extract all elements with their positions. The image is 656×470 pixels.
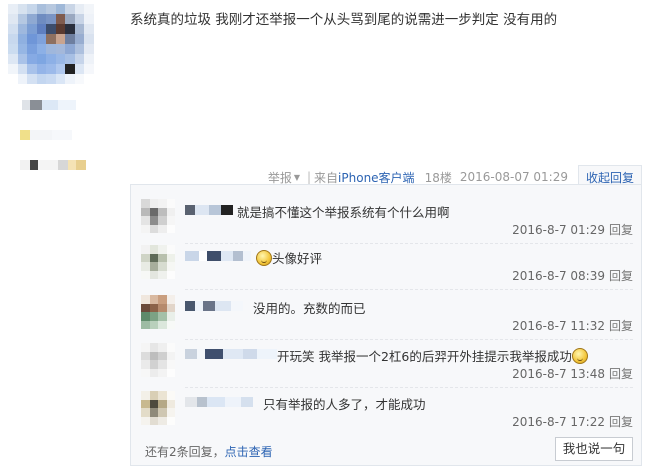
reply-meta: 2016-8-7 13:48 回复 <box>512 365 633 382</box>
more-replies-text: 还有2条回复， <box>145 445 225 459</box>
reply-text: 只有举报的人多了，才能成功 <box>263 397 426 412</box>
reply-time: 2016-8-7 01:29 <box>512 223 605 237</box>
reply-avatar[interactable] <box>141 245 175 279</box>
divider <box>185 339 633 340</box>
reply-item: 头像好评 2016-8-7 08:39 回复 <box>131 245 641 291</box>
reply-time: 2016-8-7 17:22 <box>512 415 605 429</box>
reply-item: 没用的。充数的而已 2016-8-7 11:32 回复 <box>131 295 641 341</box>
reply-avatar[interactable] <box>141 343 175 377</box>
divider <box>185 243 633 244</box>
reply-text: 头像好评 <box>256 248 322 267</box>
reply-link[interactable]: 回复 <box>609 223 633 237</box>
reply-box-footer: 还有2条回复，点击查看 我也说一句 <box>131 435 641 465</box>
reply-meta: 2016-8-7 08:39 回复 <box>512 267 633 284</box>
divider <box>185 387 633 388</box>
reply-time: 2016-8-7 11:32 <box>512 319 605 333</box>
reply-time: 2016-8-7 13:48 <box>512 367 605 381</box>
user-column <box>0 0 112 470</box>
reply-meta: 2016-8-7 11:32 回复 <box>512 317 633 334</box>
reply-text-content: 开玩笑 我举报一个2杠6的后羿开外挂提示我举报成功 <box>277 349 572 364</box>
user-info <box>20 160 86 170</box>
reply-avatar[interactable] <box>141 199 175 233</box>
say-something-button[interactable]: 我也说一句 <box>555 437 633 461</box>
reply-text: 没用的。充数的而已 <box>253 301 366 316</box>
reply-username[interactable] <box>185 205 233 215</box>
reply-box: 就是搞不懂这个举报系统有个什么用啊 2016-8-7 01:29 回复 头像好评 … <box>130 184 642 466</box>
reply-username[interactable] <box>185 251 257 261</box>
reply-avatar[interactable] <box>141 391 175 425</box>
reply-username[interactable] <box>185 397 261 407</box>
reply-link[interactable]: 回复 <box>609 367 633 381</box>
source-link[interactable]: iPhone客户端 <box>338 169 415 186</box>
reply-text-content: 头像好评 <box>272 251 323 266</box>
reply-username[interactable] <box>185 301 245 311</box>
floor-number: 18楼 <box>424 170 452 185</box>
reply-text: 就是搞不懂这个举报系统有个什么用啊 <box>237 205 450 220</box>
reply-text: 开玩笑 我举报一个2杠6的后羿开外挂提示我举报成功 <box>277 346 588 365</box>
username[interactable] <box>22 100 76 110</box>
report-link[interactable]: 举报 <box>268 169 292 186</box>
reply-meta: 2016-8-7 17:22 回复 <box>512 413 633 430</box>
reply-link[interactable]: 回复 <box>609 269 633 283</box>
reply-link[interactable]: 回复 <box>609 415 633 429</box>
reply-meta: 2016-8-7 01:29 回复 <box>512 221 633 238</box>
source-prefix: 来自 <box>314 170 339 185</box>
reply-item: 开玩笑 我举报一个2杠6的后羿开外挂提示我举报成功 2016-8-7 13:48… <box>131 343 641 389</box>
post-time: 2016-08-07 01:29 <box>459 170 568 184</box>
reply-item: 就是搞不懂这个举报系统有个什么用啊 2016-8-7 01:29 回复 <box>131 199 641 245</box>
user-level-badge <box>20 130 72 140</box>
divider <box>185 289 633 290</box>
separator: | <box>306 170 312 184</box>
view-more-link[interactable]: 点击查看 <box>225 445 273 459</box>
avatar[interactable] <box>8 4 94 84</box>
caret-down-icon[interactable]: ▼ <box>294 173 300 182</box>
reply-username[interactable] <box>185 349 277 359</box>
smiley-emoji-icon <box>256 250 272 266</box>
reply-link[interactable]: 回复 <box>609 319 633 333</box>
reply-time: 2016-8-7 08:39 <box>512 269 605 283</box>
reply-avatar[interactable] <box>141 295 175 329</box>
post-content: 系统真的垃圾 我刚才还举报一个从头骂到尾的说需进一步判定 没有用的 <box>130 12 558 28</box>
reply-item: 只有举报的人多了，才能成功 2016-8-7 17:22 回复 <box>131 391 641 437</box>
more-replies: 还有2条回复，点击查看 <box>145 443 273 460</box>
smiley-emoji-icon <box>571 348 588 364</box>
